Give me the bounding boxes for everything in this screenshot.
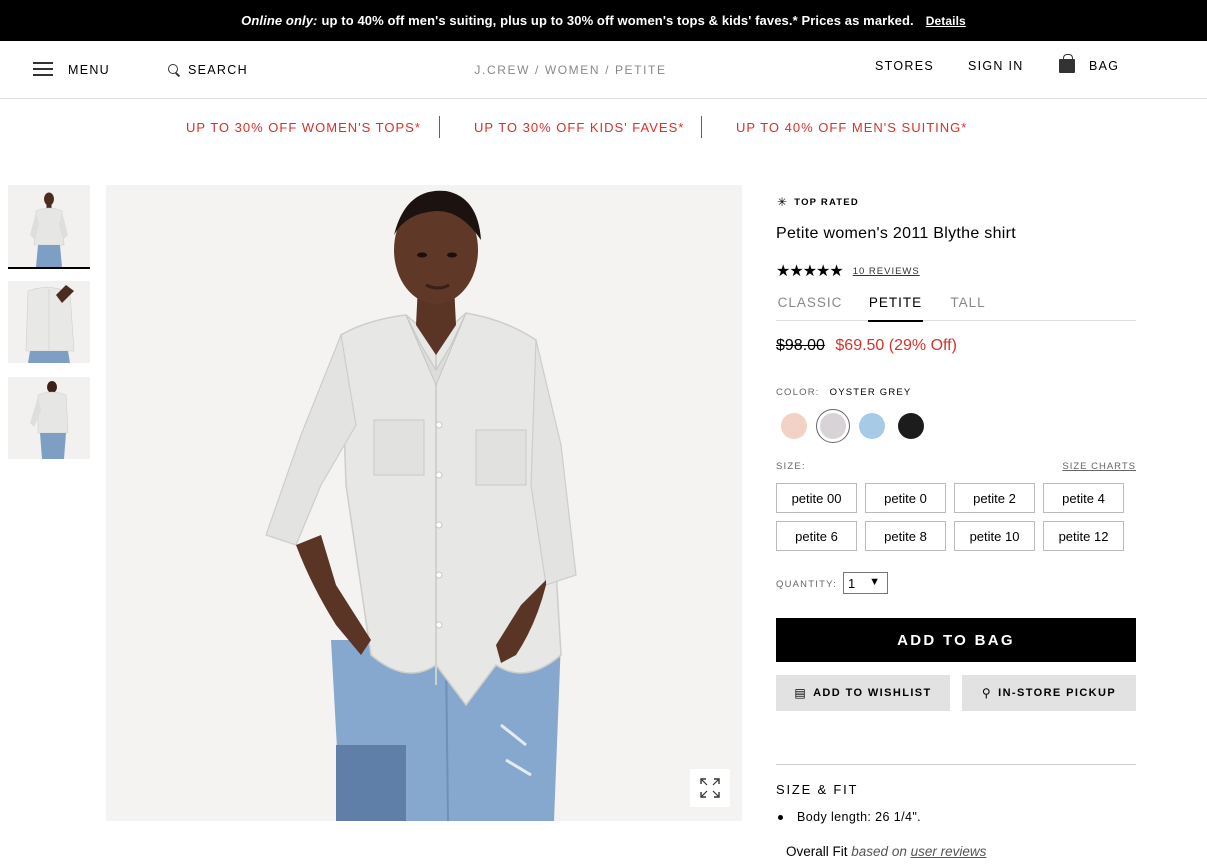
add-to-wishlist-button[interactable]: ▤ ADD TO WISHLIST: [776, 675, 950, 711]
overall-fit-based-on: based on: [851, 844, 907, 859]
site-header: MENU SEARCH J.CREW / WOMEN / PETITE STOR…: [0, 41, 1207, 99]
color-swatch-oyster-grey[interactable]: [816, 409, 850, 443]
size-fit-heading[interactable]: SIZE & FIT: [776, 782, 858, 797]
original-price: $98.00: [776, 337, 825, 354]
fit-tabs: CLASSIC PETITE TALL: [776, 291, 1136, 322]
reviews-link[interactable]: 10 REVIEWS: [853, 266, 920, 277]
user-reviews-link[interactable]: user reviews: [911, 844, 987, 859]
product-thumbnail-1[interactable]: [8, 185, 90, 269]
product-title: Petite women's 2011 Blythe shirt: [776, 225, 1017, 242]
sale-price: $69.50 (29% Off): [835, 337, 957, 354]
wishlist-label: ADD TO WISHLIST: [813, 687, 932, 699]
rating-stars-icon: ★★★★★: [776, 263, 844, 280]
size-label: SIZE:: [776, 461, 806, 472]
size-option[interactable]: petite 10: [954, 521, 1035, 551]
color-label: COLOR:: [776, 387, 820, 398]
overall-fit: Overall Fit based on user reviews: [786, 844, 986, 859]
size-option[interactable]: petite 12: [1043, 521, 1124, 551]
promo-prefix: Online only:: [241, 13, 318, 28]
promo-bar: Online only: up to 40% off men's suiting…: [0, 0, 1207, 41]
promo-divider: [439, 116, 440, 138]
price: $98.00 $69.50 (29% Off): [776, 337, 957, 355]
stores-link[interactable]: STORES: [875, 37, 934, 94]
bag-label: BAG: [1089, 58, 1120, 73]
pickup-label: IN-STORE PICKUP: [998, 687, 1117, 699]
size-option[interactable]: petite 6: [776, 521, 857, 551]
promo-link-womens-tops[interactable]: UP TO 30% OFF WOMEN'S TOPS*: [186, 110, 421, 146]
body-length-text: Body length: 26 1/4".: [797, 810, 922, 824]
top-rated-label: TOP RATED: [794, 196, 859, 208]
top-rated-badge: ✳ TOP RATED: [777, 195, 859, 209]
size-fit-bullet: Body length: 26 1/4".: [776, 810, 921, 824]
size-option[interactable]: petite 4: [1043, 483, 1124, 513]
promo-link-kids-faves[interactable]: UP TO 30% OFF KIDS' FAVES*: [474, 110, 684, 146]
product-rating: ★★★★★ 10 REVIEWS: [776, 261, 920, 281]
color-swatch-light-blue[interactable]: [855, 409, 889, 443]
selected-color-name: OYSTER GREY: [829, 387, 912, 398]
product-thumbnail-3[interactable]: [8, 377, 90, 459]
product-main-image[interactable]: [106, 185, 742, 821]
bag-button[interactable]: BAG: [1059, 37, 1119, 94]
tab-petite[interactable]: PETITE: [868, 291, 923, 322]
size-option[interactable]: petite 0: [865, 483, 946, 513]
tab-tall[interactable]: TALL: [946, 291, 990, 321]
dropdown-arrow-icon: ▼: [869, 576, 880, 588]
sign-in-link[interactable]: SIGN IN: [968, 37, 1024, 94]
quantity-select[interactable]: 1 ▼: [843, 572, 888, 594]
color-row: COLOR: OYSTER GREY: [776, 387, 911, 398]
color-swatch-blush[interactable]: [777, 409, 811, 443]
promo-details-link[interactable]: Details: [926, 14, 966, 28]
expand-icon: [700, 778, 720, 798]
section-divider: [776, 764, 1136, 765]
promo-message: up to 40% off men's suiting, plus up to …: [321, 13, 914, 28]
bag-icon: [1059, 53, 1075, 73]
size-option[interactable]: petite 2: [954, 483, 1035, 513]
location-pin-icon: ⚲: [981, 686, 993, 700]
overall-fit-label: Overall Fit: [786, 844, 848, 859]
size-charts-link[interactable]: SIZE CHARTS: [1062, 461, 1136, 472]
promo-divider: [701, 116, 702, 138]
size-option[interactable]: petite 00: [776, 483, 857, 513]
color-swatch-black[interactable]: [894, 409, 928, 443]
in-store-pickup-button[interactable]: ⚲ IN-STORE PICKUP: [962, 675, 1136, 711]
quantity-label: QUANTITY:: [776, 579, 837, 590]
promo-link-mens-suiting[interactable]: UP TO 40% OFF MEN'S SUITING*: [736, 110, 967, 146]
quantity-value: 1: [848, 575, 856, 591]
asterisk-icon: ✳: [777, 195, 789, 209]
size-option[interactable]: petite 8: [865, 521, 946, 551]
product-thumbnail-2[interactable]: [8, 281, 90, 363]
zoom-button[interactable]: [690, 769, 730, 807]
sub-promo-bar: UP TO 30% OFF WOMEN'S TOPS* UP TO 30% OF…: [0, 110, 1207, 146]
bullet-icon: [778, 814, 783, 820]
add-to-bag-button[interactable]: ADD TO BAG: [776, 618, 1136, 662]
list-icon: ▤: [794, 686, 808, 700]
tab-classic[interactable]: CLASSIC: [776, 291, 844, 321]
